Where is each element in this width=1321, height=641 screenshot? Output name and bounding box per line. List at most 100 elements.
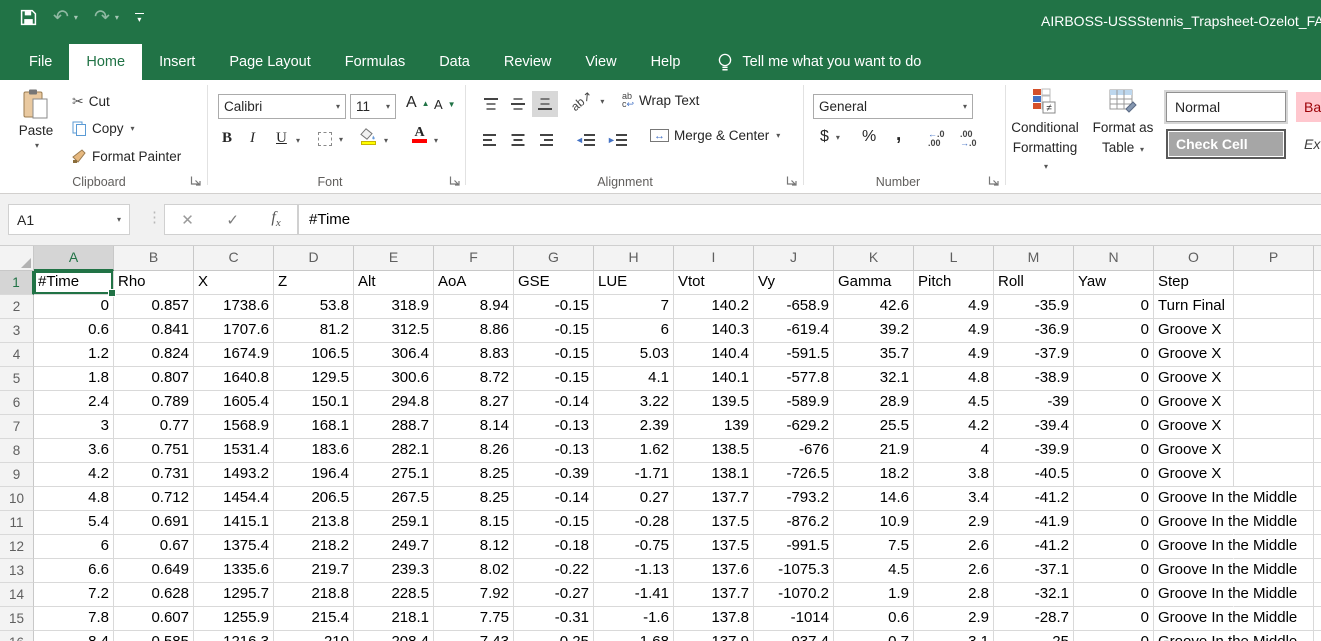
cell-G7[interactable]: -0.13	[514, 415, 594, 439]
cell-I3[interactable]: 140.3	[674, 319, 754, 343]
formula-input[interactable]: #Time	[298, 204, 1321, 235]
cell-C7[interactable]: 1568.9	[194, 415, 274, 439]
row-header-15[interactable]: 15	[0, 607, 34, 631]
cell-A8[interactable]: 3.6	[34, 439, 114, 463]
cell-N5[interactable]: 0	[1074, 367, 1154, 391]
cell-A3[interactable]: 0.6	[34, 319, 114, 343]
tab-insert[interactable]: Insert	[142, 44, 212, 80]
copy-button[interactable]: Copy ▾	[72, 121, 135, 136]
underline-dropdown-icon[interactable]: ▾	[296, 136, 300, 145]
row-header-4[interactable]: 4	[0, 343, 34, 367]
column-header-J[interactable]: J	[754, 246, 834, 271]
cell-H10[interactable]: 0.27	[594, 487, 674, 511]
cell-J10[interactable]: -793.2	[754, 487, 834, 511]
paste-button[interactable]: Paste ▾	[10, 88, 62, 182]
cell-F15[interactable]: 7.75	[434, 607, 514, 631]
row-header-11[interactable]: 11	[0, 511, 34, 535]
cell-F11[interactable]: 8.15	[434, 511, 514, 535]
cell-I1[interactable]: Vtot	[674, 271, 754, 295]
cell-H4[interactable]: 5.03	[594, 343, 674, 367]
align-left-button[interactable]	[478, 127, 504, 153]
align-center-button[interactable]	[505, 127, 531, 153]
cell-A10[interactable]: 4.8	[34, 487, 114, 511]
align-right-button[interactable]	[532, 127, 558, 153]
cell-L1[interactable]: Pitch	[914, 271, 994, 295]
alignment-dialog-launcher[interactable]	[786, 175, 798, 187]
tab-review[interactable]: Review	[487, 44, 569, 80]
cell-E2[interactable]: 318.9	[354, 295, 434, 319]
cell-C5[interactable]: 1640.8	[194, 367, 274, 391]
cell-A11[interactable]: 5.4	[34, 511, 114, 535]
cell-F4[interactable]: 8.83	[434, 343, 514, 367]
cell-B13[interactable]: 0.649	[114, 559, 194, 583]
cell-G10[interactable]: -0.14	[514, 487, 594, 511]
cell-G11[interactable]: -0.15	[514, 511, 594, 535]
cell-M12[interactable]: -41.2	[994, 535, 1074, 559]
font-size-combo[interactable]: 11▾	[350, 94, 396, 119]
cell-C16[interactable]: 1216.3	[194, 631, 274, 641]
fill-color-dropdown-icon[interactable]: ▾	[384, 136, 388, 145]
cell-A9[interactable]: 4.2	[34, 463, 114, 487]
cell-B10[interactable]: 0.712	[114, 487, 194, 511]
cell-I5[interactable]: 140.1	[674, 367, 754, 391]
format-painter-button[interactable]: Format Painter	[72, 149, 181, 164]
cell-N6[interactable]: 0	[1074, 391, 1154, 415]
cell-H15[interactable]: -1.6	[594, 607, 674, 631]
column-header-B[interactable]: B	[114, 246, 194, 271]
cell-F8[interactable]: 8.26	[434, 439, 514, 463]
cell-G9[interactable]: -0.39	[514, 463, 594, 487]
column-header-partial[interactable]	[1314, 246, 1321, 271]
cell-K6[interactable]: 28.9	[834, 391, 914, 415]
cell-B7[interactable]: 0.77	[114, 415, 194, 439]
cell-N11[interactable]: 0	[1074, 511, 1154, 535]
cell-D4[interactable]: 106.5	[274, 343, 354, 367]
cell-E13[interactable]: 239.3	[354, 559, 434, 583]
cell-G4[interactable]: -0.15	[514, 343, 594, 367]
cell-P4[interactable]	[1234, 343, 1314, 367]
cell-J2[interactable]: -658.9	[754, 295, 834, 319]
cell-E4[interactable]: 306.4	[354, 343, 434, 367]
increase-decimal-button[interactable]: ←.0.00	[928, 130, 945, 148]
cell-G16[interactable]: -0.25	[514, 631, 594, 641]
cell-H1[interactable]: LUE	[594, 271, 674, 295]
borders-button[interactable]: ▾	[318, 132, 343, 146]
cell-M6[interactable]: -39	[994, 391, 1074, 415]
column-header-H[interactable]: H	[594, 246, 674, 271]
cell-L11[interactable]: 2.9	[914, 511, 994, 535]
align-top-button[interactable]	[478, 91, 504, 117]
cell-P7[interactable]	[1234, 415, 1314, 439]
cell-I8[interactable]: 138.5	[674, 439, 754, 463]
cell-C12[interactable]: 1375.4	[194, 535, 274, 559]
cell-H16[interactable]: -1.68	[594, 631, 674, 641]
customize-qat-icon[interactable]: ▾	[135, 13, 144, 22]
increase-font-size-button[interactable]: A▲	[406, 94, 430, 112]
font-color-button[interactable]: A	[412, 127, 427, 143]
cell-N16[interactable]: 0	[1074, 631, 1154, 641]
cell-M13[interactable]: -37.1	[994, 559, 1074, 583]
cell-D13[interactable]: 219.7	[274, 559, 354, 583]
cell-G8[interactable]: -0.13	[514, 439, 594, 463]
cell-B11[interactable]: 0.691	[114, 511, 194, 535]
cell-K11[interactable]: 10.9	[834, 511, 914, 535]
cell-G12[interactable]: -0.18	[514, 535, 594, 559]
cell-O2[interactable]: Turn Final	[1154, 295, 1234, 319]
cell-B8[interactable]: 0.751	[114, 439, 194, 463]
cell-K12[interactable]: 7.5	[834, 535, 914, 559]
insert-function-icon[interactable]: fx	[271, 209, 280, 229]
column-header-M[interactable]: M	[994, 246, 1074, 271]
cell-N14[interactable]: 0	[1074, 583, 1154, 607]
cell-A14[interactable]: 7.2	[34, 583, 114, 607]
cell-L10[interactable]: 3.4	[914, 487, 994, 511]
cell-M15[interactable]: -28.7	[994, 607, 1074, 631]
cell-O8[interactable]: Groove X	[1154, 439, 1234, 463]
cell-H6[interactable]: 3.22	[594, 391, 674, 415]
decrease-indent-button[interactable]: ◄	[572, 127, 598, 153]
cell-G14[interactable]: -0.27	[514, 583, 594, 607]
cell-E14[interactable]: 228.5	[354, 583, 434, 607]
cell-J12[interactable]: -991.5	[754, 535, 834, 559]
cell-P1[interactable]	[1234, 271, 1314, 295]
cell-P2[interactable]	[1234, 295, 1314, 319]
row-header-5[interactable]: 5	[0, 367, 34, 391]
cell-D8[interactable]: 183.6	[274, 439, 354, 463]
cell-J1[interactable]: Vy	[754, 271, 834, 295]
